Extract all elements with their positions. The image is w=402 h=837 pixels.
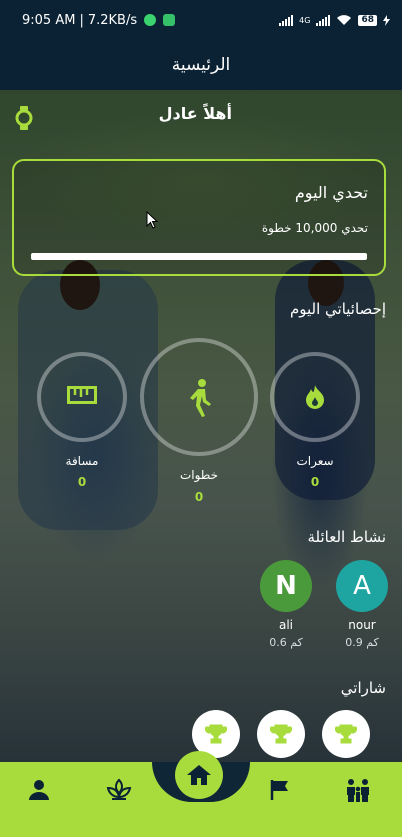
status-bar: 9:05 AM | 7.2KB/s 4G 68 xyxy=(0,0,402,40)
family-avatar-ali[interactable]: N xyxy=(260,560,312,612)
family-name-ali: ali xyxy=(278,618,294,632)
badge-trophy-1[interactable] xyxy=(322,710,370,758)
app-bar: الرئيسية xyxy=(0,40,402,90)
family-section-title: نشاط العائلة xyxy=(307,528,387,546)
distance-label: مسافة xyxy=(65,454,99,468)
family-distance-ali: 0.6 كم xyxy=(269,636,303,649)
page-title: الرئيسية xyxy=(171,55,231,75)
family-name-nour: nour xyxy=(348,618,376,632)
whatsapp-icon xyxy=(144,14,157,26)
charging-icon xyxy=(383,14,390,26)
calories-value: 0 xyxy=(310,475,320,489)
badges-section-title: شاراتي xyxy=(340,679,386,697)
challenge-subtitle: تحدي 10,000 خطوة xyxy=(261,221,368,235)
fire-icon xyxy=(306,385,324,409)
stats-section-title: إحصائياتي اليوم xyxy=(289,300,386,318)
plant-icon xyxy=(106,778,132,800)
ruler-icon xyxy=(67,386,97,404)
trophy-icon xyxy=(205,724,227,744)
family-distance-nour: 0.9 كم xyxy=(345,636,379,649)
trophy-icon xyxy=(270,724,292,744)
walking-icon xyxy=(190,379,211,417)
family-icon xyxy=(347,779,369,802)
signal-icon-2 xyxy=(316,14,331,26)
distance-value: 0 xyxy=(77,475,87,489)
daily-challenge-card[interactable]: تحدي اليوم تحدي 10,000 خطوة xyxy=(12,159,386,276)
nav-profile[interactable] xyxy=(25,776,53,804)
badge-trophy-2[interactable] xyxy=(257,710,305,758)
home-icon xyxy=(187,765,211,785)
battery-icon: 68 xyxy=(358,14,377,26)
nav-home[interactable] xyxy=(175,751,223,799)
steps-value: 0 xyxy=(194,490,204,504)
nav-challenges[interactable] xyxy=(266,776,294,804)
status-speed: 7.2KB/s xyxy=(87,12,138,28)
smartwatch-icon[interactable] xyxy=(15,106,33,130)
person-icon xyxy=(29,780,49,800)
trophy-icon xyxy=(335,724,357,744)
app-notification-icon xyxy=(163,14,176,26)
nav-plant[interactable] xyxy=(105,776,133,804)
avatar-initial: N xyxy=(275,571,297,601)
wifi-icon xyxy=(337,15,352,25)
status-time: 9:05 AM xyxy=(22,12,76,28)
signal-icon xyxy=(279,14,294,26)
avatar-initial: A xyxy=(353,571,371,601)
challenge-progress-bar xyxy=(31,253,367,260)
mouse-cursor-icon xyxy=(146,211,158,229)
family-avatar-nour[interactable]: A xyxy=(336,560,388,612)
greeting-text: أهلاً عادل xyxy=(158,104,232,123)
challenge-title: تحدي اليوم xyxy=(294,183,368,202)
calories-label: سعرات xyxy=(296,454,334,468)
nav-family[interactable] xyxy=(345,776,373,804)
network-type: 4G xyxy=(299,15,311,25)
flag-icon xyxy=(270,780,288,800)
steps-label: خطوات xyxy=(179,468,219,482)
